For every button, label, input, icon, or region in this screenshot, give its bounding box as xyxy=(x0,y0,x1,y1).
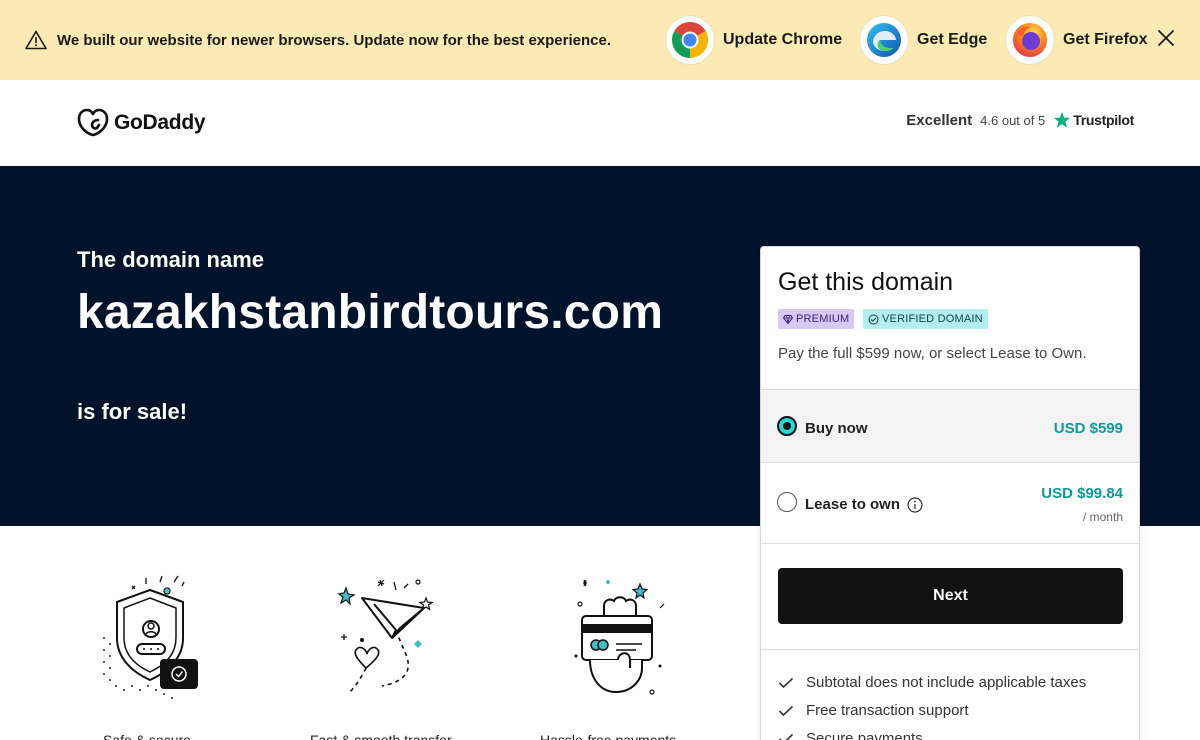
card-description: Pay the full $599 now, or select Lease t… xyxy=(778,345,1087,362)
lease-to-own-radio[interactable] xyxy=(777,492,797,512)
feature-caption-payments: Hassle-free payments xyxy=(540,732,677,740)
paper-plane-illustration xyxy=(337,579,434,695)
get-firefox-button[interactable]: Get Firefox xyxy=(1006,16,1147,64)
feature-caption-secure: Safe & secure xyxy=(103,732,191,740)
premium-badge-label: PREMIUM xyxy=(796,313,850,325)
get-firefox-label: Get Firefox xyxy=(1063,31,1148,48)
trust-score: 4.6 out of 5 xyxy=(980,112,1046,128)
card-title: Get this domain xyxy=(778,268,954,296)
close-icon[interactable] xyxy=(1154,26,1178,50)
lease-to-own-label-group: Lease to own xyxy=(805,496,923,513)
check-circle-icon xyxy=(868,314,879,324)
checkmark-icon xyxy=(778,677,794,688)
next-button-area: Next xyxy=(761,543,1139,649)
buy-now-price: USD $599 xyxy=(1053,420,1123,437)
info-icon[interactable] xyxy=(907,496,923,513)
benefit-text: Free transaction support xyxy=(806,702,969,719)
shield-check-illustration xyxy=(103,575,198,699)
benefit-text: Secure payments xyxy=(806,730,923,740)
update-chrome-label: Update Chrome xyxy=(723,31,843,48)
feature-caption-transfer: Fast & smooth transfer xyxy=(310,732,452,740)
next-button[interactable]: Next xyxy=(778,568,1123,624)
verified-badge-label: VERIFIED DOMAIN xyxy=(882,313,983,325)
get-edge-label: Get Edge xyxy=(917,31,988,48)
logo-text: GoDaddy xyxy=(114,110,206,134)
verified-domain-badge: VERIFIED DOMAIN xyxy=(863,309,988,329)
diamond-icon xyxy=(783,314,793,324)
buy-now-radio[interactable] xyxy=(777,416,797,436)
benefit-item: Free transaction support xyxy=(778,702,969,719)
warning-icon xyxy=(25,30,47,50)
lease-per-month: / month xyxy=(1082,510,1123,524)
hero-pre-text: The domain name xyxy=(77,247,265,272)
checkmark-icon xyxy=(778,705,794,716)
godaddy-logo[interactable]: GoDaddy xyxy=(77,108,206,137)
edge-icon xyxy=(860,16,908,64)
get-domain-card: Get this domain PREMIUM VERIFIED DOMAIN … xyxy=(760,246,1140,740)
lease-to-own-option[interactable]: Lease to own USD $99.84 / month xyxy=(761,462,1139,543)
browser-update-banner: We built our website for newer browsers.… xyxy=(0,0,1200,80)
trust-rating-word: Excellent xyxy=(906,111,973,129)
card-payment-illustration xyxy=(574,579,665,695)
firefox-icon xyxy=(1006,16,1054,64)
lease-to-own-label: Lease to own xyxy=(805,496,901,513)
godaddy-logo-icon xyxy=(77,108,109,137)
domain-name-heading: kazakhstanbirdtours.com xyxy=(77,286,664,339)
trustpilot-rating[interactable]: Excellent 4.6 out of 5 Trustpilot xyxy=(906,111,1134,129)
chrome-icon xyxy=(666,16,714,64)
purchase-benefits-list: Subtotal does not include applicable tax… xyxy=(761,649,1139,740)
premium-badge: PREMIUM xyxy=(778,309,855,329)
get-edge-button[interactable]: Get Edge xyxy=(860,16,987,64)
buy-now-option[interactable]: Buy now USD $599 xyxy=(761,389,1139,462)
update-chrome-button[interactable]: Update Chrome xyxy=(666,16,842,64)
benefit-item: Subtotal does not include applicable tax… xyxy=(778,674,1086,691)
buy-now-label: Buy now xyxy=(805,420,868,437)
lease-price: USD $99.84 xyxy=(1041,485,1123,502)
benefit-item: Secure payments xyxy=(778,730,923,740)
checkmark-icon xyxy=(778,733,794,740)
star-icon xyxy=(1054,111,1071,128)
trustpilot-brand: Trustpilot xyxy=(1073,112,1134,128)
benefit-text: Subtotal does not include applicable tax… xyxy=(806,674,1087,691)
banner-message: We built our website for newer browsers.… xyxy=(57,32,612,49)
hero-post-text: is for sale! xyxy=(77,399,188,424)
